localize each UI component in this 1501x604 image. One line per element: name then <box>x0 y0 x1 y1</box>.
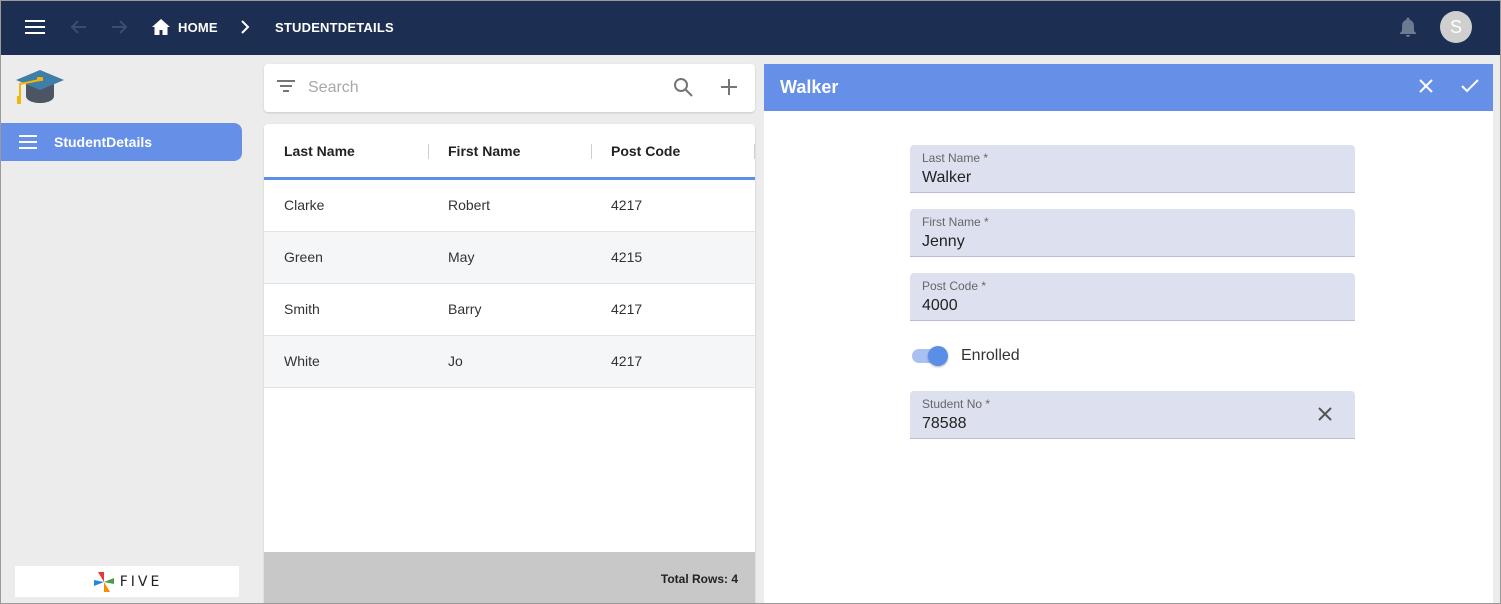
cell-first-name: May <box>448 249 475 265</box>
chevron-right-icon <box>236 17 254 37</box>
search-icon[interactable] <box>672 76 696 100</box>
cell-post-code: 4217 <box>611 353 643 369</box>
sidebar: StudentDetails FIVE <box>0 55 256 604</box>
check-icon[interactable] <box>1460 76 1482 98</box>
field-value: 4000 <box>922 297 958 314</box>
field-label: Last Name * <box>922 151 989 165</box>
breadcrumb-home-label: HOME <box>178 19 218 35</box>
toggle-knob <box>928 346 948 366</box>
clear-icon[interactable] <box>1316 405 1336 425</box>
last-name-field[interactable]: Last Name * Walker <box>910 145 1355 193</box>
add-icon[interactable] <box>718 76 742 100</box>
detail-header: Walker <box>764 64 1493 111</box>
first-name-field[interactable]: First Name * Jenny <box>910 209 1355 257</box>
table-row[interactable]: Clarke Robert 4217 <box>264 180 755 232</box>
cell-post-code: 4215 <box>611 249 643 265</box>
enrolled-label: Enrolled <box>961 347 1020 364</box>
five-logo: FIVE <box>15 566 239 597</box>
scrollbar[interactable] <box>1493 64 1500 604</box>
field-value: 78588 <box>922 415 967 432</box>
filter-icon[interactable] <box>276 78 298 98</box>
cell-first-name: Jo <box>448 353 463 369</box>
menu-icon <box>0 135 56 149</box>
avatar[interactable]: S <box>1440 11 1472 43</box>
field-label: First Name * <box>922 215 989 229</box>
search-bar: Search <box>264 64 755 112</box>
column-header-first-name[interactable]: First Name <box>448 143 520 159</box>
detail-title: Walker <box>780 77 839 97</box>
cell-last-name: White <box>284 353 320 369</box>
search-input[interactable]: Search <box>308 79 359 97</box>
column-header-last-name[interactable]: Last Name <box>284 143 355 159</box>
grid-footer: Total Rows: 4 <box>264 552 755 604</box>
column-separator[interactable] <box>428 144 429 159</box>
breadcrumb-current: STUDENTDETAILS <box>275 20 394 35</box>
table-row[interactable]: White Jo 4217 <box>264 336 755 388</box>
field-value: Jenny <box>922 233 965 250</box>
column-header-post-code[interactable]: Post Code <box>611 143 680 159</box>
column-separator[interactable] <box>591 144 592 159</box>
cell-last-name: Smith <box>284 301 320 317</box>
table-row[interactable]: Smith Barry 4217 <box>264 284 755 336</box>
field-value: Walker <box>922 169 972 186</box>
menu-icon[interactable] <box>22 15 48 39</box>
five-logo-text: FIVE <box>119 573 163 590</box>
data-grid: Last Name First Name Post Code Clarke Ro… <box>264 124 755 604</box>
bell-icon[interactable] <box>1396 15 1420 39</box>
five-logo-icon <box>93 571 114 592</box>
cell-post-code: 4217 <box>611 301 643 317</box>
cell-last-name: Clarke <box>284 197 325 213</box>
table-row[interactable]: Green May 4215 <box>264 232 755 284</box>
enrolled-toggle[interactable] <box>910 346 950 366</box>
detail-panel: Walker Last Name * Walker First Name * J… <box>764 64 1493 604</box>
post-code-field[interactable]: Post Code * 4000 <box>910 273 1355 321</box>
arrow-right-icon[interactable] <box>106 15 132 39</box>
cell-first-name: Robert <box>448 197 491 213</box>
sidebar-item-studentdetails[interactable]: StudentDetails <box>0 123 242 161</box>
close-icon[interactable] <box>1416 76 1438 98</box>
column-separator[interactable] <box>754 144 755 159</box>
cell-first-name: Barry <box>448 301 482 317</box>
cell-post-code: 4217 <box>611 197 643 213</box>
breadcrumb-home[interactable]: HOME <box>152 17 218 37</box>
home-icon <box>152 19 170 35</box>
top-app-bar: HOME STUDENTDETAILS S <box>0 0 1501 55</box>
grid-header: Last Name First Name Post Code <box>264 124 755 180</box>
graduation-cap-icon <box>14 66 66 108</box>
total-rows-label: Total Rows: 4 <box>660 572 738 586</box>
arrow-left-icon[interactable] <box>66 15 92 39</box>
sidebar-item-label: StudentDetails <box>54 134 153 150</box>
field-label: Student No * <box>922 397 991 411</box>
student-no-field[interactable]: Student No * 78588 <box>910 391 1355 439</box>
cell-last-name: Green <box>284 249 323 265</box>
field-label: Post Code * <box>922 279 987 293</box>
